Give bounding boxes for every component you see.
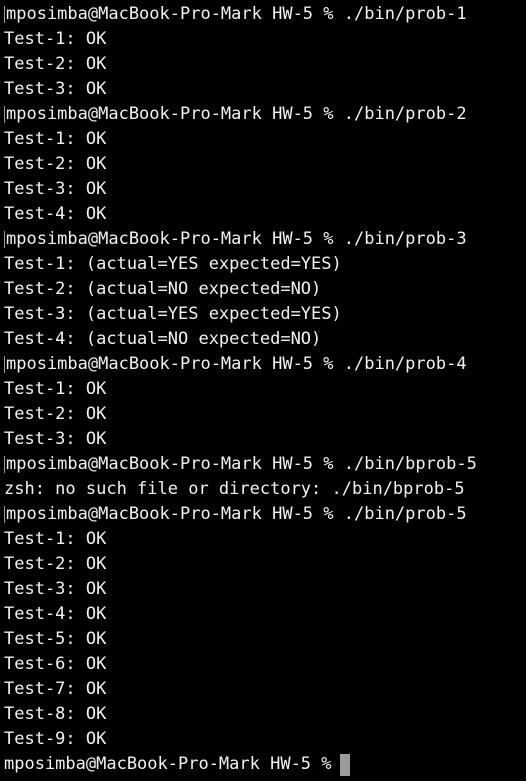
- output-text: Test-4: OK: [4, 604, 107, 624]
- output-text: Test-8: OK: [4, 704, 107, 724]
- output-text: Test-9: OK: [4, 729, 107, 749]
- command-text: mposimba@MacBook-Pro-Mark HW-5 % ./bin/p…: [6, 4, 467, 24]
- output-line: Test-2: OK: [4, 402, 526, 427]
- output-line: Test-7: OK: [4, 677, 526, 702]
- output-text: zsh: no such file or directory: ./bin/bp…: [4, 479, 465, 499]
- text-cursor: [339, 753, 350, 776]
- output-line: Test-1: OK: [4, 377, 526, 402]
- output-text: Test-2: OK: [4, 154, 107, 174]
- prompt-mark-icon: [4, 6, 5, 23]
- output-line: Test-4: (actual=NO expected=NO): [4, 327, 526, 352]
- output-text: Test-3: OK: [4, 179, 107, 199]
- prompt-mark-icon: [4, 506, 5, 523]
- output-text: Test-3: OK: [4, 79, 107, 99]
- terminal-window[interactable]: mposimba@MacBook-Pro-Mark HW-5 % ./bin/p…: [0, 0, 526, 781]
- prompt-line: mposimba@MacBook-Pro-Mark HW-5 % ./bin/p…: [4, 352, 526, 377]
- output-line: Test-6: OK: [4, 652, 526, 677]
- output-text: Test-2: OK: [4, 554, 107, 574]
- output-line: Test-2: (actual=NO expected=NO): [4, 277, 526, 302]
- output-text: Test-1: (actual=YES expected=YES): [4, 254, 342, 274]
- command-text: mposimba@MacBook-Pro-Mark HW-5 % ./bin/p…: [6, 229, 467, 249]
- output-line: Test-2: OK: [4, 52, 526, 77]
- output-text: Test-2: OK: [4, 404, 107, 424]
- output-line: Test-1: OK: [4, 27, 526, 52]
- command-text: mposimba@MacBook-Pro-Mark HW-5 % ./bin/p…: [6, 504, 467, 524]
- current-prompt: mposimba@MacBook-Pro-Mark HW-5 %: [4, 754, 332, 774]
- prompt-mark-icon: [4, 356, 5, 373]
- output-text: Test-2: (actual=NO expected=NO): [4, 279, 322, 299]
- prompt-mark-icon: [4, 231, 5, 248]
- prompt-line: mposimba@MacBook-Pro-Mark HW-5 % ./bin/p…: [4, 2, 526, 27]
- output-line: Test-3: OK: [4, 427, 526, 452]
- output-text: Test-3: OK: [4, 429, 107, 449]
- prompt-mark-icon: [4, 106, 5, 123]
- output-text: Test-7: OK: [4, 679, 107, 699]
- output-line: Test-2: OK: [4, 552, 526, 577]
- current-prompt-line[interactable]: mposimba@MacBook-Pro-Mark HW-5 %: [4, 752, 526, 777]
- output-line: Test-3: OK: [4, 577, 526, 602]
- output-text: Test-4: OK: [4, 204, 107, 224]
- output-line: Test-1: OK: [4, 527, 526, 552]
- prompt-line: mposimba@MacBook-Pro-Mark HW-5 % ./bin/p…: [4, 502, 526, 527]
- prompt-mark-icon: [4, 456, 5, 473]
- output-line: Test-5: OK: [4, 627, 526, 652]
- output-text: Test-6: OK: [4, 654, 107, 674]
- output-line: Test-2: OK: [4, 152, 526, 177]
- output-line: Test-4: OK: [4, 602, 526, 627]
- output-line: Test-4: OK: [4, 202, 526, 227]
- output-text: Test-1: OK: [4, 29, 107, 49]
- output-line: Test-9: OK: [4, 727, 526, 752]
- command-text: mposimba@MacBook-Pro-Mark HW-5 % ./bin/p…: [6, 354, 467, 374]
- output-text: Test-5: OK: [4, 629, 107, 649]
- output-text: Test-1: OK: [4, 379, 107, 399]
- output-line: Test-3: OK: [4, 177, 526, 202]
- output-text: Test-3: OK: [4, 579, 107, 599]
- prompt-line: mposimba@MacBook-Pro-Mark HW-5 % ./bin/p…: [4, 227, 526, 252]
- output-line: Test-1: (actual=YES expected=YES): [4, 252, 526, 277]
- command-text: mposimba@MacBook-Pro-Mark HW-5 % ./bin/p…: [6, 104, 467, 124]
- output-text: Test-1: OK: [4, 529, 107, 549]
- output-line: Test-8: OK: [4, 702, 526, 727]
- prompt-line: mposimba@MacBook-Pro-Mark HW-5 % ./bin/b…: [4, 452, 526, 477]
- output-line: Test-3: (actual=YES expected=YES): [4, 302, 526, 327]
- output-line: Test-3: OK: [4, 77, 526, 102]
- output-text: Test-1: OK: [4, 129, 107, 149]
- output-text: Test-3: (actual=YES expected=YES): [4, 304, 342, 324]
- output-line: zsh: no such file or directory: ./bin/bp…: [4, 477, 526, 502]
- output-text: Test-2: OK: [4, 54, 107, 74]
- output-text: Test-4: (actual=NO expected=NO): [4, 329, 322, 349]
- output-line: Test-1: OK: [4, 127, 526, 152]
- terminal-output: mposimba@MacBook-Pro-Mark HW-5 % ./bin/p…: [4, 2, 526, 752]
- prompt-line: mposimba@MacBook-Pro-Mark HW-5 % ./bin/p…: [4, 102, 526, 127]
- command-text: mposimba@MacBook-Pro-Mark HW-5 % ./bin/b…: [6, 454, 477, 474]
